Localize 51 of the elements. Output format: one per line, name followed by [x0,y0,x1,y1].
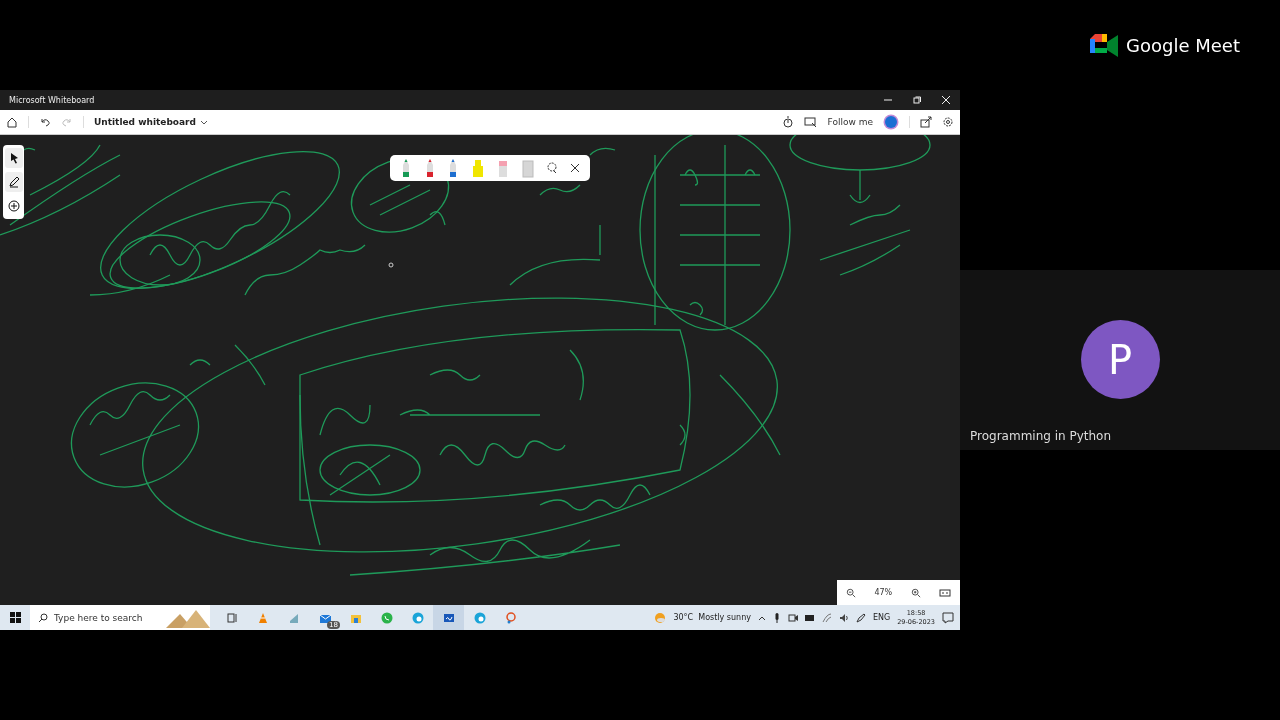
weather-text[interactable]: 30°C Mostly sunny [673,613,751,622]
chevron-icon [199,118,208,126]
speaker-icon [838,612,849,623]
pen-icon [855,612,866,623]
brand-name: Google Meet [1126,34,1240,58]
screen-icon[interactable] [803,116,818,128]
settings-icon[interactable] [942,116,954,128]
select-tool[interactable] [4,148,23,168]
participant-name: Programming in Python [970,429,1112,443]
follow-me-button[interactable]: Follow me [827,117,873,127]
zoom-level: 47% [874,588,893,597]
task-view-icon [225,611,238,624]
taskbar-app[interactable] [433,605,464,630]
chat-icon [380,611,393,624]
language-indicator[interactable]: ENG [872,613,891,622]
search-placeholder: Type here to search [54,612,143,623]
minimize-icon [883,96,892,104]
microphone-icon [772,612,781,623]
window-title: Microsoft Whiteboard [9,95,95,105]
avatar-icon[interactable] [883,114,899,130]
close-icon[interactable] [570,163,581,173]
notification-icon [942,611,954,624]
lasso-icon[interactable] [546,162,559,174]
wifi-icon [821,612,832,623]
whiteboard-icon [442,611,455,624]
fit-icon[interactable] [938,587,951,598]
board-title[interactable]: Untitled whiteboard [94,117,208,127]
paint-icon [504,611,517,624]
share-icon[interactable] [920,116,932,128]
home-icon[interactable] [6,116,18,128]
participant-avatar: P [1080,320,1160,399]
undo-icon[interactable] [39,116,51,128]
app-icon [287,611,300,624]
timer-icon[interactable] [781,116,794,128]
search-field[interactable]: Type here to search [30,605,210,630]
pen-icon [7,176,20,188]
search-icon [38,612,48,623]
close-icon [941,96,950,104]
battery-icon [804,613,815,622]
zoom-in-icon[interactable] [910,587,921,598]
add-icon [7,200,20,212]
pen-tool[interactable] [4,172,23,192]
camera-icon [787,612,798,623]
camera-logo-icon [1090,34,1119,58]
restore-icon [912,96,921,104]
zoom-out-icon[interactable] [846,587,857,598]
cone-icon [256,611,269,624]
weather-icon [654,611,667,624]
browser-icon [411,611,424,624]
windows-icon [9,612,21,623]
browser-icon [473,611,486,624]
